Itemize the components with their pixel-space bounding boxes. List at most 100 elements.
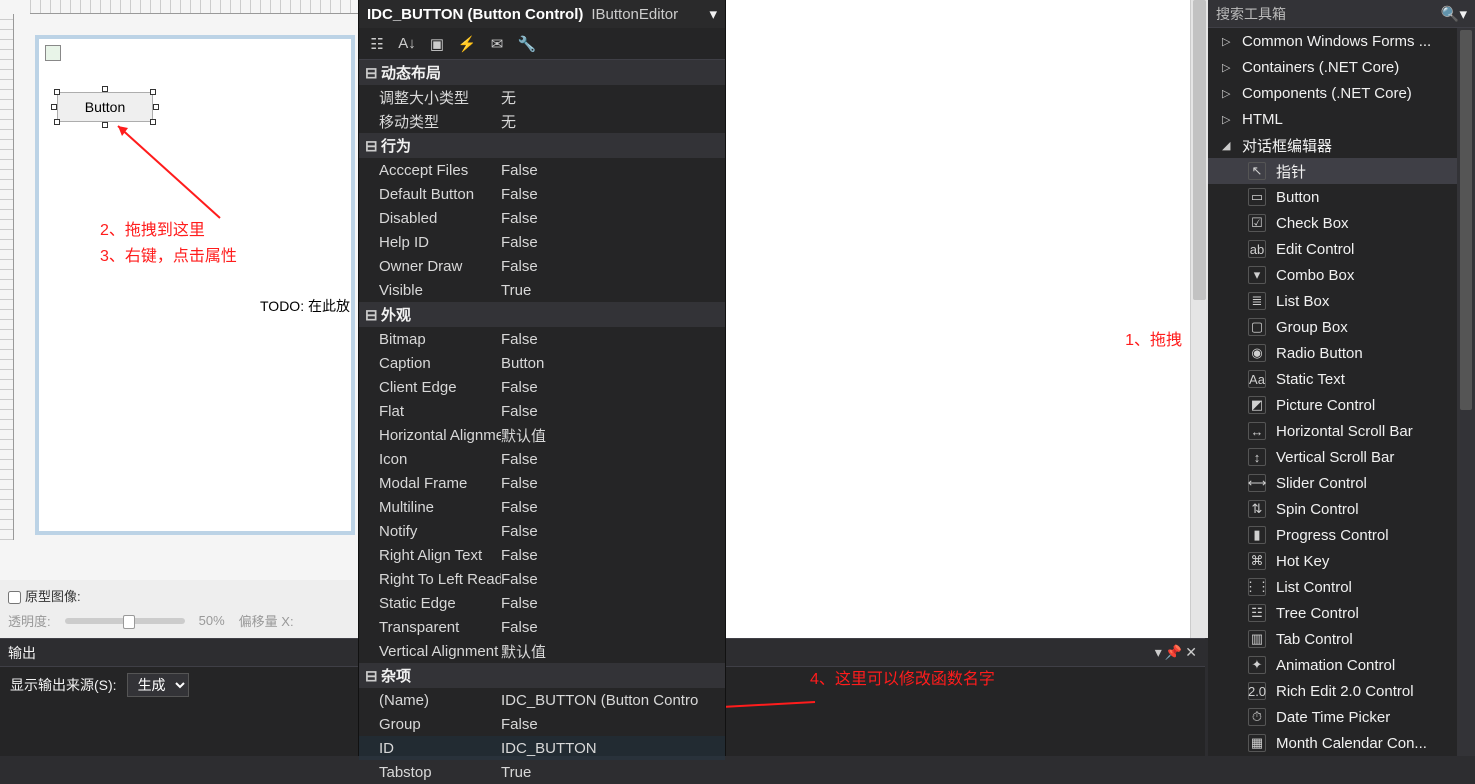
resize-handle[interactable] — [102, 86, 108, 92]
property-row[interactable]: IconFalse — [359, 447, 725, 471]
collapse-icon[interactable]: ⊟ — [365, 137, 377, 155]
property-row[interactable]: Client EdgeFalse — [359, 375, 725, 399]
overrides-icon[interactable]: 🔧 — [517, 34, 537, 54]
tool-icon: ☑ — [1248, 214, 1266, 232]
opacity-slider[interactable] — [65, 618, 185, 624]
toolbox-item[interactable]: ⋮⋮List Control — [1208, 574, 1475, 600]
output-source-label: 显示输出来源(S): — [10, 675, 117, 695]
toolbox-item[interactable]: ↔Horizontal Scroll Bar — [1208, 418, 1475, 444]
property-row[interactable]: Help IDFalse — [359, 230, 725, 254]
expand-icon[interactable]: ▷ — [1222, 35, 1232, 48]
toolbox-search[interactable]: 搜索工具箱 🔍▾ — [1208, 0, 1475, 28]
pin-icon[interactable]: 📌 — [1165, 644, 1182, 661]
resize-handle[interactable] — [51, 104, 57, 110]
prototype-checkbox[interactable]: 原型图像: — [8, 589, 81, 604]
toolbox-item[interactable]: ▭Button — [1208, 184, 1475, 210]
toolbox-item[interactable]: ◩Picture Control — [1208, 392, 1475, 418]
toolbox-item[interactable]: ▢Group Box — [1208, 314, 1475, 340]
property-row[interactable]: IDIDC_BUTTON — [359, 736, 725, 760]
toolbox-item[interactable]: ▮Progress Control — [1208, 522, 1475, 548]
toolbox-group[interactable]: ◢对话框编辑器 — [1208, 132, 1475, 158]
toolbox-item[interactable]: abEdit Control — [1208, 236, 1475, 262]
property-category[interactable]: ⊟动态布局 — [359, 60, 725, 85]
todo-label: TODO: 在此放 — [260, 296, 350, 316]
property-category[interactable]: ⊟行为 — [359, 133, 725, 158]
resize-handle[interactable] — [150, 89, 156, 95]
resize-handle[interactable] — [54, 119, 60, 125]
toolbox-group[interactable]: ▷HTML — [1208, 106, 1475, 132]
close-icon[interactable]: ✕ — [1185, 644, 1197, 661]
property-row[interactable]: GroupFalse — [359, 712, 725, 736]
resize-handle[interactable] — [153, 104, 159, 110]
property-row[interactable]: TransparentFalse — [359, 615, 725, 639]
collapse-icon[interactable]: ⊟ — [365, 667, 377, 685]
toolbox-item[interactable]: ↖指针 — [1208, 158, 1475, 184]
toolbox-item[interactable]: ▦Month Calendar Con... — [1208, 730, 1475, 756]
toolbox-item[interactable]: ⇅Spin Control — [1208, 496, 1475, 522]
toolbox-item[interactable]: AaStatic Text — [1208, 366, 1475, 392]
toolbox-item[interactable]: ⟷Slider Control — [1208, 470, 1475, 496]
toolbox-item[interactable]: ▥Tab Control — [1208, 626, 1475, 652]
collapse-icon[interactable]: ⊟ — [365, 64, 377, 82]
toolbox-item[interactable]: ▾Combo Box — [1208, 262, 1475, 288]
panel-controls[interactable]: ▾ 📌 ✕ — [1155, 644, 1197, 661]
property-row[interactable]: TabstopTrue — [359, 760, 725, 784]
property-row[interactable]: Owner DrawFalse — [359, 254, 725, 278]
dropdown-icon[interactable]: ▾ — [1155, 644, 1162, 661]
toolbox-item[interactable]: ⌘Hot Key — [1208, 548, 1475, 574]
property-row[interactable]: CaptionButton — [359, 351, 725, 375]
toolbox-group[interactable]: ▷Common Windows Forms ... — [1208, 28, 1475, 54]
property-row[interactable]: Vertical Alignment默认值 — [359, 639, 725, 663]
property-row[interactable]: MultilineFalse — [359, 495, 725, 519]
toolbox-item[interactable]: ☳Tree Control — [1208, 600, 1475, 626]
scrollbar[interactable] — [1190, 0, 1208, 638]
property-row[interactable]: 移动类型无 — [359, 109, 725, 133]
toolbox-item[interactable]: ⏱Date Time Picker — [1208, 704, 1475, 730]
search-icon[interactable]: 🔍▾ — [1441, 5, 1467, 23]
alpha-icon[interactable]: A↓ — [397, 34, 417, 54]
property-row[interactable]: Right To Left ReadiFalse — [359, 567, 725, 591]
property-row[interactable]: (Name)IDC_BUTTON (Button Contro — [359, 688, 725, 712]
chevron-down-icon[interactable]: ▾ — [709, 5, 717, 23]
resize-handle[interactable] — [150, 119, 156, 125]
toolbox-item[interactable]: ≣List Box — [1208, 288, 1475, 314]
resize-handle[interactable] — [102, 122, 108, 128]
collapse-icon[interactable]: ⊟ — [365, 306, 377, 324]
property-row[interactable]: Acccept FilesFalse — [359, 158, 725, 182]
property-row[interactable]: BitmapFalse — [359, 327, 725, 351]
expand-icon[interactable]: ▷ — [1222, 87, 1232, 100]
messages-icon[interactable]: ✉ — [487, 34, 507, 54]
property-row[interactable]: Static EdgeFalse — [359, 591, 725, 615]
toolbox-group[interactable]: ▷Components (.NET Core) — [1208, 80, 1475, 106]
output-source-select[interactable]: 生成 — [127, 673, 189, 697]
expand-icon[interactable]: ▷ — [1222, 113, 1232, 126]
button-control[interactable]: Button — [57, 92, 153, 122]
property-row[interactable]: FlatFalse — [359, 399, 725, 423]
property-row[interactable]: Modal FrameFalse — [359, 471, 725, 495]
property-category[interactable]: ⊟外观 — [359, 302, 725, 327]
property-row[interactable]: Right Align TextFalse — [359, 543, 725, 567]
toolbox-item[interactable]: ✦Animation Control — [1208, 652, 1475, 678]
property-row[interactable]: Default ButtonFalse — [359, 182, 725, 206]
collapse-icon[interactable]: ◢ — [1222, 139, 1232, 152]
property-row[interactable]: 调整大小类型无 — [359, 85, 725, 109]
property-row[interactable]: Horizontal Alignme默认值 — [359, 423, 725, 447]
toolbox-item[interactable]: ◉Radio Button — [1208, 340, 1475, 366]
property-category[interactable]: ⊟杂项 — [359, 663, 725, 688]
toolbox-item[interactable]: 2.0Rich Edit 2.0 Control — [1208, 678, 1475, 704]
toolbox-group[interactable]: ▷Containers (.NET Core) — [1208, 54, 1475, 80]
events-icon[interactable]: ⚡ — [457, 34, 477, 54]
properties-title: IDC_BUTTON (Button Control) — [367, 6, 583, 23]
offset-label: 偏移量 X: — [239, 611, 294, 630]
toolbox-item[interactable]: ↕Vertical Scroll Bar — [1208, 444, 1475, 470]
designer-canvas[interactable]: Button 2、拖拽到这里 3、右键，点击属性 TODO: 在此放 — [0, 0, 358, 580]
property-pages-icon[interactable]: ▣ — [427, 34, 447, 54]
toolbox-item[interactable]: ☑Check Box — [1208, 210, 1475, 236]
categorized-icon[interactable]: ☷ — [367, 34, 387, 54]
property-row[interactable]: DisabledFalse — [359, 206, 725, 230]
resize-handle[interactable] — [54, 89, 60, 95]
toolbox-scrollbar[interactable] — [1457, 28, 1475, 756]
expand-icon[interactable]: ▷ — [1222, 61, 1232, 74]
property-row[interactable]: NotifyFalse — [359, 519, 725, 543]
property-row[interactable]: VisibleTrue — [359, 278, 725, 302]
